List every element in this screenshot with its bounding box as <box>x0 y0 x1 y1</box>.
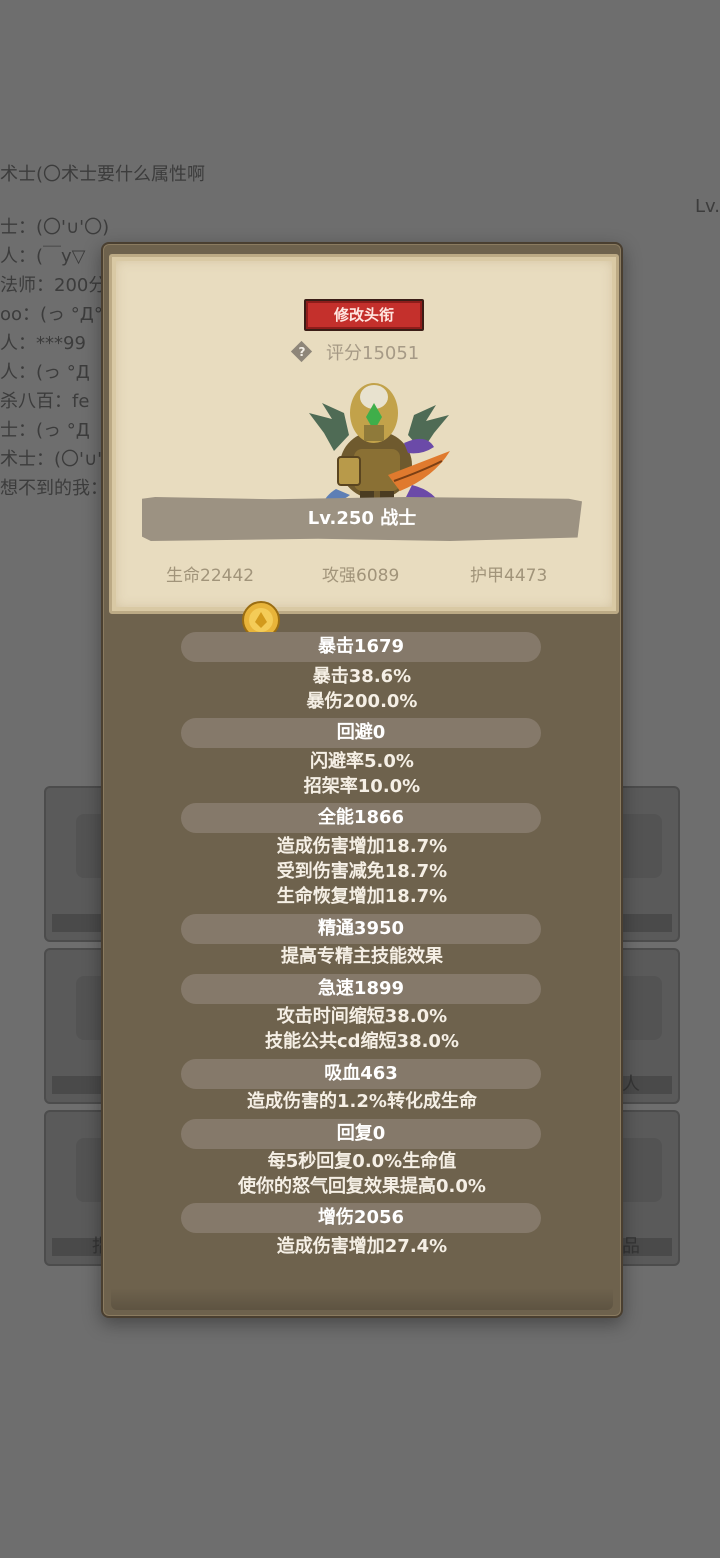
stat-detail: 闪避率5.0% <box>310 751 414 772</box>
lifesteal-section-header: 吸血463 <box>181 1059 541 1089</box>
haste-section-header: 急速1899 <box>181 974 541 1004</box>
background-level-text: Lv. <box>694 196 720 217</box>
help-icon[interactable]: ? <box>290 340 313 363</box>
stat-detail: 技能公共cd缩短38.0% <box>264 1031 459 1052</box>
stat-detail: 造成伤害增加27.4% <box>276 1236 448 1257</box>
armor-stat: 护甲4473 <box>470 566 548 586</box>
stat-detail: 暴击38.6% <box>312 666 412 687</box>
damage-bonus-section-header: 增伤2056 <box>181 1203 541 1233</box>
stat-detail: 使你的怒气回复效果提高0.0% <box>238 1176 486 1197</box>
crit-section-header: 暴击1679 <box>181 632 541 662</box>
hero-stats-popup: 修改头衔 ? 评分15051 Lv.250 战士 生命22442 攻强6089 … <box>101 242 623 1318</box>
stat-detail: 攻击时间缩短38.0% <box>276 1006 448 1027</box>
stat-detail: 造成伤害增加18.7% <box>276 836 448 857</box>
base-stats-row: 生命22442 攻强6089 护甲4473 <box>112 561 616 587</box>
stat-detail: 造成伤害的1.2%转化成生命 <box>247 1091 477 1112</box>
dodge-section-header: 回避0 <box>181 718 541 748</box>
mastery-section-header: 精通3950 <box>181 914 541 944</box>
stat-detail: 生命恢复增加18.7% <box>276 886 448 907</box>
hero-name-banner: Lv.250 战士 <box>142 497 582 541</box>
attack-stat: 攻强6089 <box>322 566 400 586</box>
hero-info-parchment: 修改头衔 ? 评分15051 Lv.250 战士 生命22442 攻强6089 … <box>109 254 619 614</box>
regen-section-header: 回复0 <box>181 1119 541 1149</box>
life-stat: 生命22442 <box>166 566 255 586</box>
score-label: 评分15051 <box>326 343 420 364</box>
score-row: ? 评分15051 <box>290 339 420 365</box>
panel-bottom-edge <box>111 1288 613 1310</box>
background-card-label: 品 <box>622 1236 640 1257</box>
edit-title-button[interactable]: 修改头衔 <box>304 299 424 331</box>
stat-detail: 招架率10.0% <box>303 776 421 797</box>
background-card-label: 人 <box>622 1074 640 1095</box>
chat-line: 术士(〇术士要什么属性啊 <box>0 164 206 185</box>
stat-detail: 受到伤害减免18.7% <box>276 861 448 882</box>
stat-detail: 提高专精主技能效果 <box>281 946 443 967</box>
versatility-section-header: 全能1866 <box>181 803 541 833</box>
stat-detail: 每5秒回复0.0%生命值 <box>267 1151 457 1172</box>
chat-line: 士：(〇'∪'〇) <box>0 217 110 238</box>
stat-detail: 暴伤200.0% <box>306 691 418 712</box>
